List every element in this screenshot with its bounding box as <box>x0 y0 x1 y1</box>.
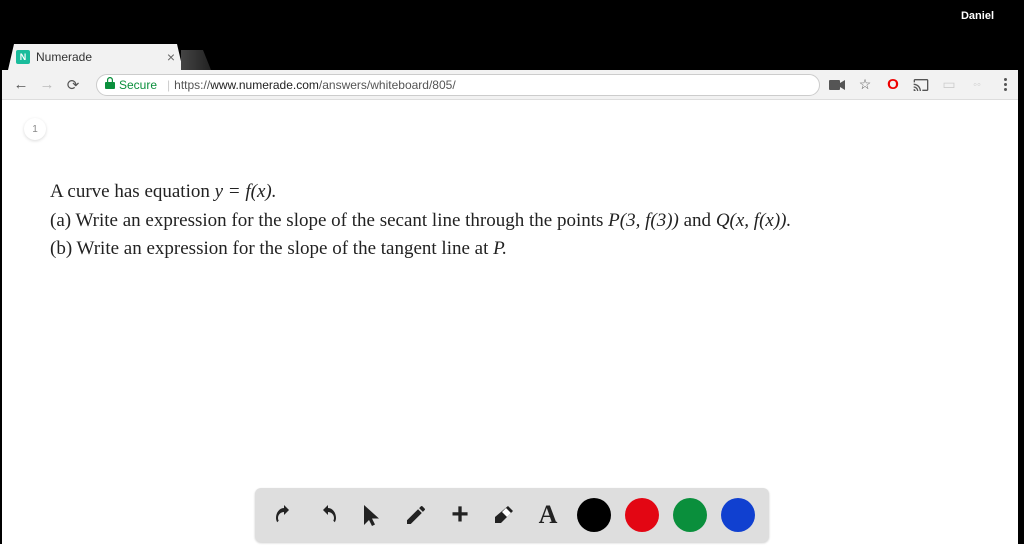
window-icon[interactable]: ▭ <box>940 76 958 94</box>
problem-line-1: A curve has equation y = f(x). <box>50 178 974 207</box>
close-icon[interactable]: × <box>167 49 175 65</box>
color-red[interactable] <box>625 498 659 532</box>
math-point-p: P(3, f(3)) <box>608 210 679 231</box>
forward-button[interactable]: → <box>36 74 58 96</box>
url-path: /answers/whiteboard/805/ <box>319 78 456 92</box>
star-icon[interactable]: ☆ <box>856 76 874 94</box>
camera-icon[interactable] <box>828 76 846 94</box>
url-scheme: https:// <box>174 78 210 92</box>
color-black[interactable] <box>577 498 611 532</box>
menu-button[interactable] <box>996 76 1014 94</box>
pencil-tool[interactable] <box>401 500 431 530</box>
browser-tab[interactable]: N Numerade × <box>8 44 183 70</box>
eraser-tool[interactable] <box>489 500 519 530</box>
whiteboard-toolbar: + A <box>255 488 769 542</box>
add-tool[interactable]: + <box>445 500 475 530</box>
math-point-p2: P. <box>493 238 507 259</box>
url-input[interactable]: Secure | https://www.numerade.com/answer… <box>96 74 820 96</box>
page-viewport: 1 A curve has equation y = f(x). (a) Wri… <box>0 100 1024 554</box>
address-bar: ← → ⟳ Secure | https://www.numerade.com/… <box>0 70 1024 100</box>
cast-icon[interactable] <box>912 76 930 94</box>
math-point-q: Q(x, f(x)). <box>716 210 791 231</box>
page-number-badge[interactable]: 1 <box>24 118 46 140</box>
text-tool[interactable]: A <box>533 500 563 530</box>
opera-icon[interactable]: O <box>884 76 902 94</box>
tab-favicon: N <box>16 50 30 64</box>
text: A curve has equation <box>50 181 215 202</box>
math-equation: y = f(x). <box>215 181 277 202</box>
left-border <box>0 60 2 544</box>
tab-strip: N Numerade × <box>0 40 1024 70</box>
text: (a) Write an expression for the slope of… <box>50 210 608 231</box>
right-border <box>1018 60 1024 544</box>
profile-label[interactable]: Daniel <box>961 10 994 22</box>
pointer-tool[interactable] <box>357 500 387 530</box>
tab-title: Numerade <box>36 50 167 64</box>
toolbar-right: ☆ O ▭ ◦◦ <box>828 76 1014 94</box>
url-divider: | <box>167 78 170 92</box>
back-button[interactable]: ← <box>10 74 32 96</box>
problem-line-2: (a) Write an expression for the slope of… <box>50 207 974 236</box>
problem-text: A curve has equation y = f(x). (a) Write… <box>0 100 1024 264</box>
url-host: www.numerade.com <box>210 78 319 92</box>
color-blue[interactable] <box>721 498 755 532</box>
color-green[interactable] <box>673 498 707 532</box>
reload-button[interactable]: ⟳ <box>62 74 84 96</box>
profile-icon[interactable]: ◦◦ <box>968 76 986 94</box>
browser-titlebar: Daniel <box>0 0 1024 40</box>
secure-badge: Secure <box>105 77 157 92</box>
text: (b) Write an expression for the slope of… <box>50 238 493 259</box>
lock-icon <box>105 77 115 92</box>
inactive-tab-hint[interactable] <box>181 50 211 70</box>
redo-button[interactable] <box>313 500 343 530</box>
text: and <box>679 210 716 231</box>
problem-line-3: (b) Write an expression for the slope of… <box>50 235 974 264</box>
secure-label: Secure <box>119 78 157 92</box>
undo-button[interactable] <box>269 500 299 530</box>
